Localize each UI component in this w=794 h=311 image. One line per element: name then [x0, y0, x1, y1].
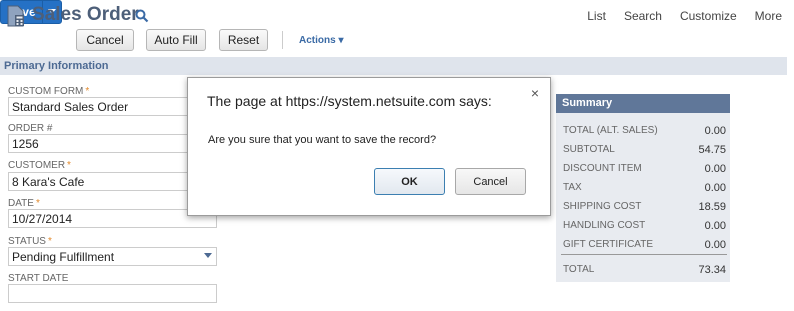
custom-form-field[interactable]: Standard Sales Order: [8, 97, 217, 116]
more-link[interactable]: More: [755, 9, 782, 23]
reset-button[interactable]: Reset: [219, 29, 268, 51]
date-label: DATE *: [8, 198, 40, 209]
status-select[interactable]: Pending Fulfillment: [8, 247, 217, 266]
summary-row: TOTAL (ALT. SALES) 0.00: [563, 125, 726, 137]
status-value: Pending Fulfillment: [12, 250, 115, 264]
summary-panel: Summary TOTAL (ALT. SALES) 0.00 SUBTOTAL…: [556, 94, 730, 282]
close-icon[interactable]: ×: [531, 85, 539, 101]
summary-total-row: TOTAL 73.34: [563, 264, 726, 276]
summary-row-label: GIFT CERTIFICATE: [563, 239, 654, 250]
status-label: STATUS *: [8, 236, 52, 247]
summary-row-value: 0.00: [704, 220, 726, 232]
toolbar-divider: [282, 31, 283, 49]
summary-row-value: 0.00: [704, 125, 726, 137]
summary-row: SUBTOTAL 54.75: [563, 144, 726, 156]
actions-menu[interactable]: Actions ▾: [299, 35, 343, 46]
document-calculator-icon: [6, 5, 26, 27]
order-number-label: ORDER #: [8, 123, 53, 134]
summary-row: DISCOUNT ITEM 0.00: [563, 163, 726, 175]
search-icon[interactable]: [135, 9, 149, 23]
required-marker: *: [85, 86, 90, 97]
summary-row-label: HANDLING COST: [563, 220, 646, 231]
cancel-button[interactable]: Cancel: [76, 29, 134, 51]
summary-row-label: TOTAL (ALT. SALES): [563, 125, 658, 136]
required-marker: *: [67, 160, 71, 171]
summary-row-value: 0.00: [704, 182, 726, 194]
start-date-label: START DATE: [8, 273, 69, 284]
page-title: Sales Order: [32, 4, 139, 25]
customer-label: CUSTOMER *: [8, 160, 71, 171]
summary-row-value: 0.00: [704, 163, 726, 175]
auto-fill-button[interactable]: Auto Fill: [146, 29, 206, 51]
list-link[interactable]: List: [587, 9, 606, 23]
custom-form-label-text: CUSTOM FORM: [8, 86, 84, 97]
dialog-cancel-button[interactable]: Cancel: [455, 168, 526, 195]
customer-field[interactable]: 8 Kara's Cafe: [8, 172, 217, 191]
summary-row-label: DISCOUNT ITEM: [563, 163, 642, 174]
summary-row: HANDLING COST 0.00: [563, 220, 726, 232]
summary-row: TAX 0.00: [563, 182, 726, 194]
status-label-text: STATUS: [8, 236, 46, 247]
dialog-title: The page at https://system.netsuite.com …: [207, 93, 492, 109]
top-links: List Search Customize More: [587, 9, 782, 23]
summary-row: GIFT CERTIFICATE 0.00: [563, 239, 726, 251]
confirm-dialog: × The page at https://system.netsuite.co…: [187, 77, 551, 216]
customize-link[interactable]: Customize: [680, 9, 737, 23]
summary-row-label: SHIPPING COST: [563, 201, 642, 212]
summary-row-value: 54.75: [698, 144, 726, 156]
summary-row-label: TAX: [563, 182, 582, 193]
section-primary-information[interactable]: Primary Information: [0, 57, 787, 75]
required-marker: *: [35, 198, 40, 209]
date-field[interactable]: 10/27/2014: [8, 209, 217, 228]
dialog-message: Are you sure that you want to save the r…: [208, 134, 437, 146]
summary-row-value: 18.59: [698, 201, 726, 213]
summary-divider: [561, 254, 727, 255]
summary-total-label: TOTAL: [563, 264, 595, 275]
date-label-text: DATE: [8, 198, 34, 209]
summary-title: Summary: [556, 94, 730, 113]
start-date-field[interactable]: [8, 284, 217, 303]
summary-row: SHIPPING COST 18.59: [563, 201, 726, 213]
summary-total-value: 73.34: [698, 264, 726, 276]
chevron-down-icon[interactable]: [204, 253, 212, 258]
ok-button[interactable]: OK: [374, 168, 445, 195]
customer-label-text: CUSTOMER: [8, 160, 66, 171]
search-link[interactable]: Search: [624, 9, 662, 23]
summary-row-value: 0.00: [704, 239, 726, 251]
custom-form-label: CUSTOM FORM *: [8, 86, 89, 97]
required-marker: *: [47, 236, 52, 247]
order-number-field[interactable]: 1256: [8, 134, 217, 153]
summary-row-label: SUBTOTAL: [563, 144, 615, 155]
